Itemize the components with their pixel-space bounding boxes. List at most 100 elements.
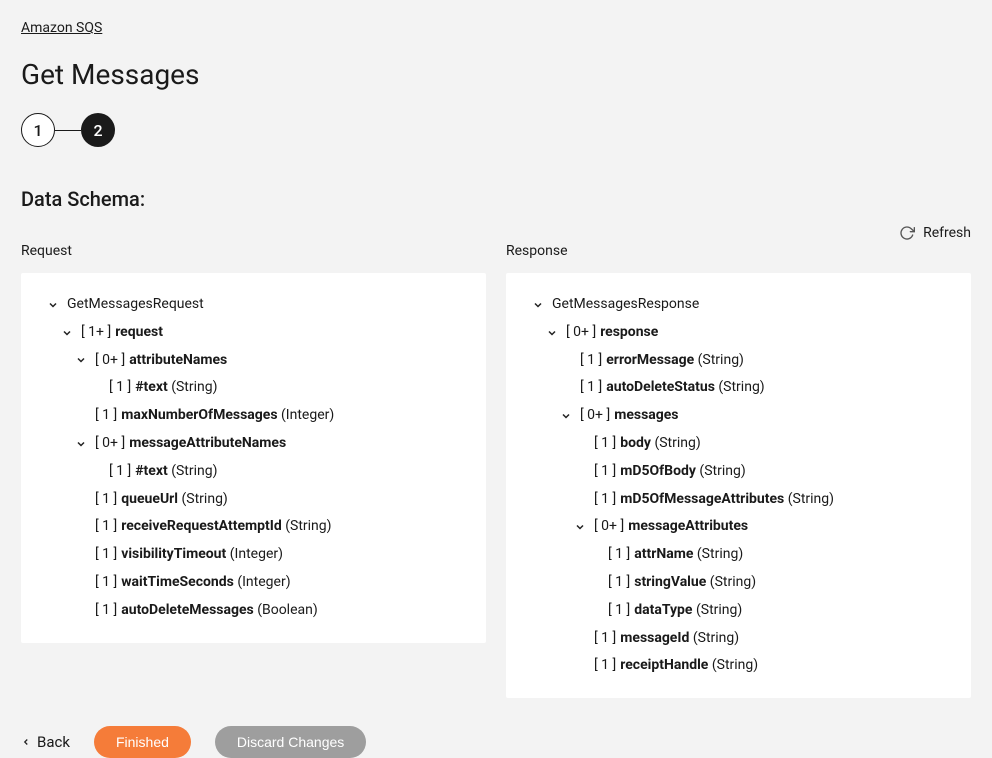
node-name: receiveRequestAttemptId xyxy=(121,515,281,539)
node-type: (String) xyxy=(710,571,756,595)
chevron-down-icon[interactable] xyxy=(538,327,566,339)
node-name: queueUrl xyxy=(121,488,178,512)
tree-leaf: [ 1 ] mD5OfMessageAttributes (String) xyxy=(514,486,955,514)
chevron-down-icon[interactable] xyxy=(524,299,552,311)
data-schema-heading: Data Schema: xyxy=(21,187,971,211)
node-type: (String) xyxy=(699,460,745,484)
tree-leaf: [ 1 ] stringValue (String) xyxy=(514,569,955,597)
tree-node[interactable]: [ 0+ ] messages xyxy=(514,402,955,430)
node-name: mD5OfMessageAttributes xyxy=(620,488,784,512)
tree-node[interactable]: [ 1+ ] request xyxy=(29,319,470,347)
node-cardinality: [ 1 ] xyxy=(594,488,616,512)
node-name: request xyxy=(115,321,163,345)
page-title: Get Messages xyxy=(21,58,971,91)
tree-leaf: [ 1 ] dataType (String) xyxy=(514,597,955,625)
node-name: #text xyxy=(135,460,167,484)
tree-node[interactable]: [ 0+ ] messageAttributeNames xyxy=(29,430,470,458)
node-type: (String) xyxy=(171,460,217,484)
discard-changes-button[interactable]: Discard Changes xyxy=(215,726,366,758)
finished-button[interactable]: Finished xyxy=(94,726,191,758)
node-type: (String) xyxy=(693,627,739,651)
node-type: (Boolean) xyxy=(257,599,318,623)
step-2[interactable]: 2 xyxy=(81,113,115,147)
node-cardinality: [ 1 ] xyxy=(608,543,630,567)
node-cardinality: [ 1 ] xyxy=(95,515,117,539)
node-cardinality: [ 0+ ] xyxy=(95,432,125,456)
node-cardinality: [ 1 ] xyxy=(608,599,630,623)
tree-leaf: [ 1 ] visibilityTimeout (Integer) xyxy=(29,541,470,569)
node-cardinality: [ 1 ] xyxy=(95,488,117,512)
node-name: dataType xyxy=(634,599,692,623)
node-type: (Integer) xyxy=(281,404,334,428)
node-cardinality: [ 0+ ] xyxy=(566,321,596,345)
tree-leaf: [ 1 ] errorMessage (String) xyxy=(514,347,955,375)
node-name: messageId xyxy=(620,627,689,651)
node-name: errorMessage xyxy=(606,349,694,373)
breadcrumb-link[interactable]: Amazon SQS xyxy=(21,20,102,36)
node-cardinality: [ 1 ] xyxy=(594,460,616,484)
tree-leaf: [ 1 ] autoDeleteStatus (String) xyxy=(514,374,955,402)
node-cardinality: [ 1 ] xyxy=(608,571,630,595)
step-connector xyxy=(55,130,81,131)
response-heading: Response xyxy=(506,243,971,259)
tree-leaf: [ 1 ] queueUrl (String) xyxy=(29,486,470,514)
chevron-down-icon[interactable] xyxy=(39,299,67,311)
tree-node[interactable]: [ 0+ ] response xyxy=(514,319,955,347)
tree-leaf: [ 1 ] mD5OfBody (String) xyxy=(514,458,955,486)
back-link[interactable]: Back xyxy=(21,733,70,751)
node-cardinality: [ 1 ] xyxy=(95,543,117,567)
node-cardinality: [ 0+ ] xyxy=(95,349,125,373)
tree-node-root[interactable]: GetMessagesResponse xyxy=(514,291,955,319)
node-cardinality: [ 1+ ] xyxy=(81,321,111,345)
node-name: maxNumberOfMessages xyxy=(121,404,277,428)
tree-node[interactable]: [ 0+ ] attributeNames xyxy=(29,347,470,375)
tree-node-root[interactable]: GetMessagesRequest xyxy=(29,291,470,319)
node-name: messageAttributeNames xyxy=(129,432,286,456)
node-cardinality: [ 1 ] xyxy=(594,654,616,678)
node-type: (String) xyxy=(718,376,764,400)
node-cardinality: [ 1 ] xyxy=(95,599,117,623)
node-name: autoDeleteStatus xyxy=(606,376,715,400)
node-cardinality: [ 1 ] xyxy=(580,349,602,373)
node-name: messageAttributes xyxy=(628,515,748,539)
response-schema-box: GetMessagesResponse [ 0+ ] response [ 1 … xyxy=(506,273,971,698)
node-name: GetMessagesRequest xyxy=(67,293,204,317)
node-type: (String) xyxy=(712,654,758,678)
tree-leaf: [ 1 ] #text (String) xyxy=(29,458,470,486)
tree-node[interactable]: [ 0+ ] messageAttributes xyxy=(514,513,955,541)
node-name: receiptHandle xyxy=(620,654,708,678)
tree-leaf: [ 1 ] attrName (String) xyxy=(514,541,955,569)
refresh-icon[interactable] xyxy=(899,225,915,241)
node-name: body xyxy=(620,432,651,456)
node-cardinality: [ 0+ ] xyxy=(594,515,624,539)
chevron-down-icon[interactable] xyxy=(67,354,95,366)
node-name: waitTimeSeconds xyxy=(121,571,234,595)
chevron-down-icon[interactable] xyxy=(67,438,95,450)
tree-leaf: [ 1 ] receiptHandle (String) xyxy=(514,652,955,680)
node-type: (Integer) xyxy=(230,543,283,567)
tree-leaf: [ 1 ] #text (String) xyxy=(29,374,470,402)
node-name: attrName xyxy=(634,543,693,567)
node-cardinality: [ 1 ] xyxy=(594,627,616,651)
node-type: (String) xyxy=(696,599,742,623)
node-name: response xyxy=(600,321,658,345)
node-type: (Integer) xyxy=(237,571,290,595)
tree-leaf: [ 1 ] receiveRequestAttemptId (String) xyxy=(29,513,470,541)
node-name: #text xyxy=(135,376,167,400)
step-indicator: 1 2 xyxy=(21,113,971,147)
tree-leaf: [ 1 ] body (String) xyxy=(514,430,955,458)
step-1[interactable]: 1 xyxy=(21,113,55,147)
node-cardinality: [ 1 ] xyxy=(109,376,131,400)
node-name: attributeNames xyxy=(129,349,227,373)
back-label: Back xyxy=(37,733,70,751)
refresh-label[interactable]: Refresh xyxy=(923,225,971,241)
chevron-down-icon[interactable] xyxy=(552,410,580,422)
node-name: GetMessagesResponse xyxy=(552,293,699,317)
node-cardinality: [ 0+ ] xyxy=(580,404,610,428)
chevron-down-icon[interactable] xyxy=(53,327,81,339)
node-name: visibilityTimeout xyxy=(121,543,226,567)
node-cardinality: [ 1 ] xyxy=(109,460,131,484)
node-type: (String) xyxy=(182,488,228,512)
chevron-down-icon[interactable] xyxy=(566,521,594,533)
node-cardinality: [ 1 ] xyxy=(594,432,616,456)
